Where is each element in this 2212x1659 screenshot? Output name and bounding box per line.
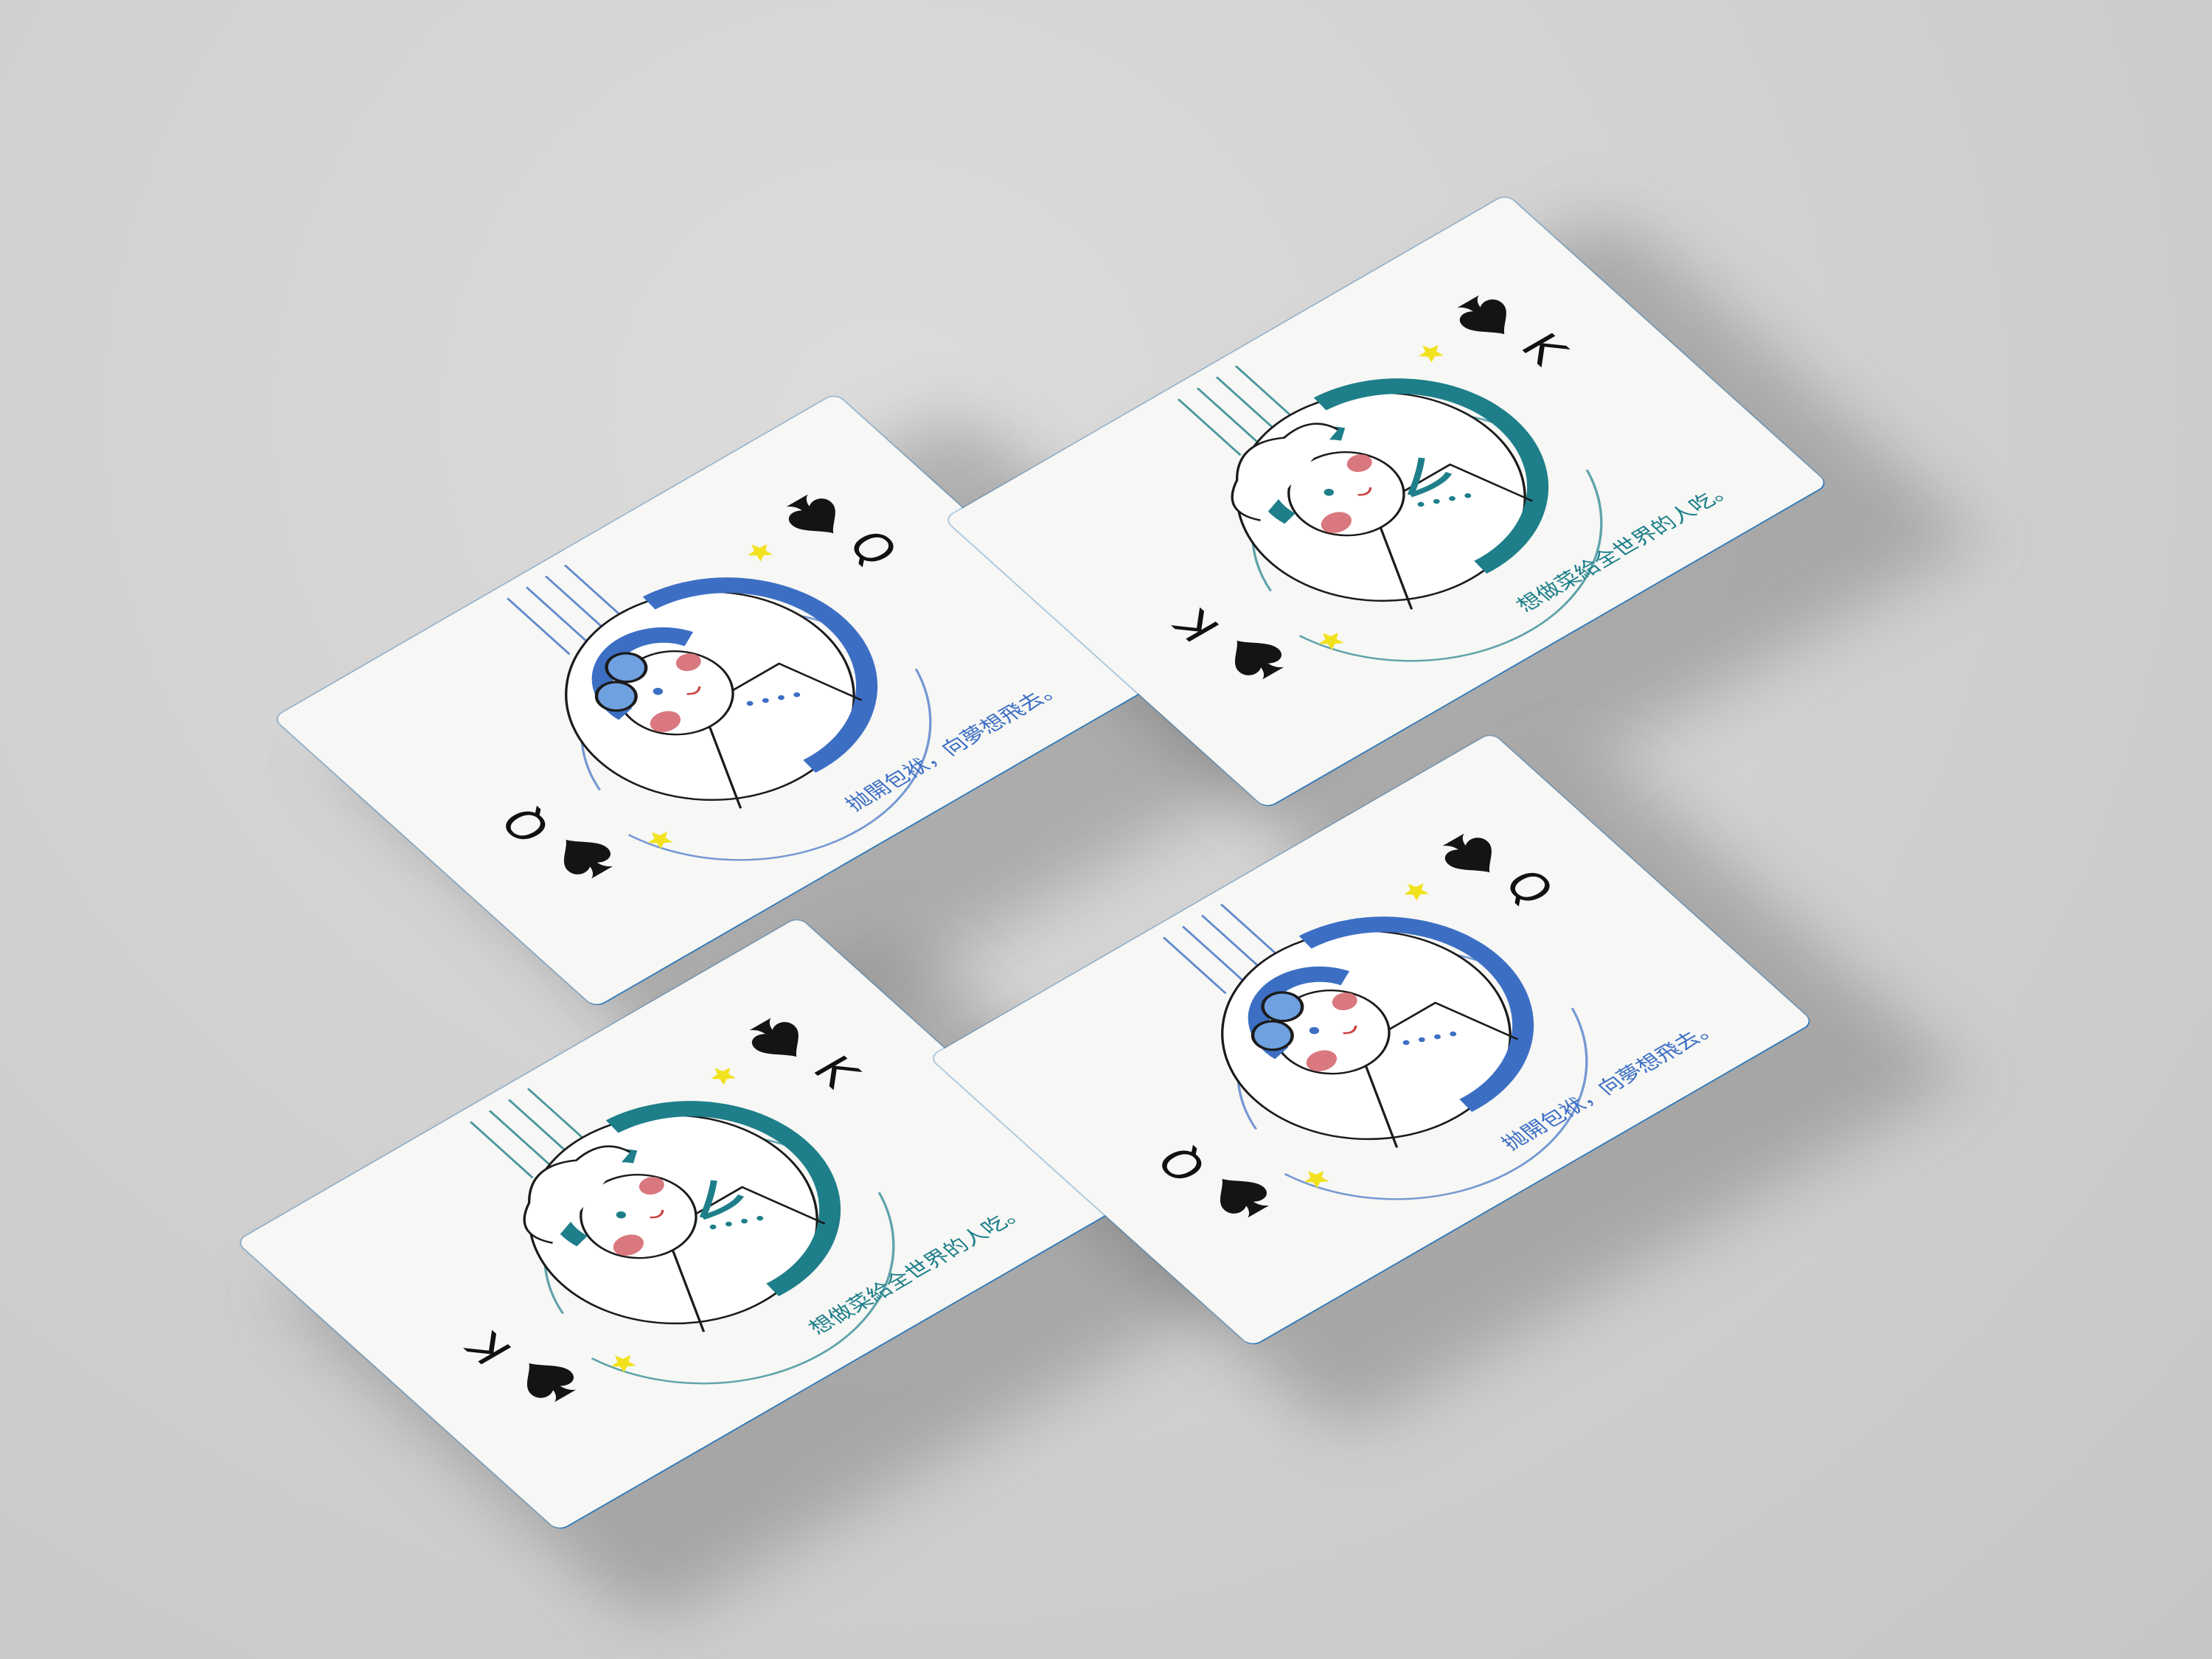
spade-icon: [1234, 640, 1284, 680]
star-icon: [1419, 344, 1444, 363]
deco-line: [563, 564, 628, 622]
star-icon: [748, 543, 773, 562]
deco-line: [1200, 914, 1265, 973]
spade-shape: [1457, 295, 1506, 335]
deco-line: [507, 1099, 572, 1157]
spade-icon: [749, 1018, 799, 1057]
rank-index: Q: [490, 799, 563, 850]
deco-line: [1181, 925, 1246, 984]
spade-icon: [563, 839, 613, 879]
deco-line: [1220, 903, 1284, 961]
card-face: KK想做菜給全世界的人吃。: [453, 1018, 1032, 1402]
deco-line: [1196, 387, 1261, 445]
spade-icon: [1457, 295, 1506, 335]
deco-line: [1177, 398, 1242, 456]
star-icon: [711, 1067, 736, 1085]
spade-shape: [1220, 1178, 1270, 1218]
rank-index: K: [1509, 325, 1580, 373]
rank-index: Q: [1146, 1138, 1220, 1189]
spade-shape: [1442, 833, 1492, 873]
deco-line: [544, 575, 609, 633]
spade-icon: [1220, 1178, 1270, 1218]
deco-line: [1162, 936, 1227, 995]
rank-index: K: [453, 1324, 524, 1371]
deco-line: [469, 1121, 534, 1179]
rank-index: Q: [836, 523, 910, 574]
spade-icon: [526, 1363, 577, 1402]
deco-line: [1215, 376, 1280, 434]
rank-index: Q: [1492, 862, 1566, 913]
deco-line: [525, 586, 590, 644]
spade-shape: [526, 1363, 577, 1402]
spade-icon: [1442, 833, 1492, 873]
deco-line: [1234, 365, 1299, 423]
spade-shape: [563, 839, 613, 879]
spade-shape: [786, 494, 835, 534]
spade-shape: [749, 1018, 799, 1057]
deco-line: [506, 597, 571, 655]
rank-index: K: [1161, 601, 1232, 649]
playing-card-king-of-spades: K K 想做菜給全世界的人吃。: [236, 917, 1121, 1531]
tabletop-scene: Q Q 抛開包袱，向夢想飛去。 K K 想做菜給全世界的人吃。 K K 想做菜給全世界的人吃…: [0, 0, 2212, 1659]
star-icon: [1404, 883, 1429, 901]
deco-line: [488, 1110, 553, 1168]
deco-line: [526, 1088, 591, 1146]
rank-index: K: [801, 1048, 872, 1096]
spade-icon: [786, 494, 835, 534]
spade-shape: [1234, 640, 1284, 680]
